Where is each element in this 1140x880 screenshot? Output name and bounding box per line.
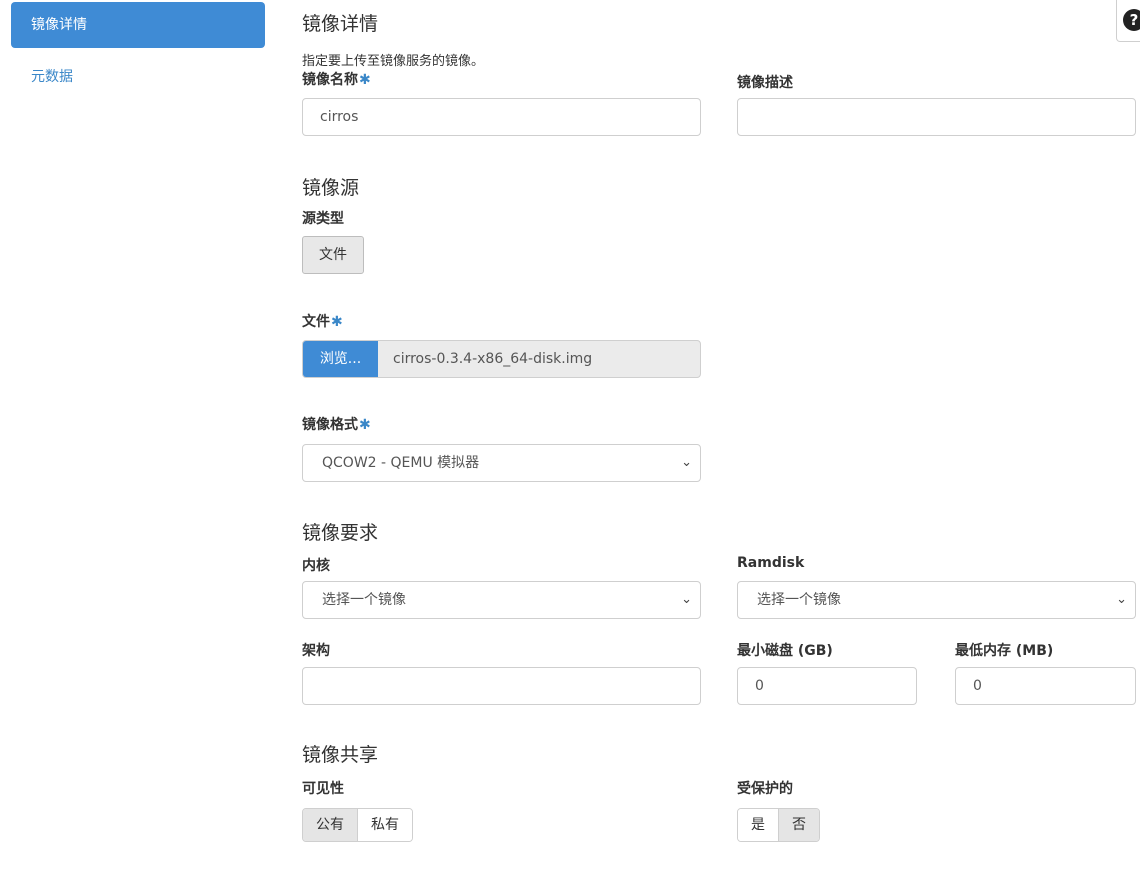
image-format-label-text: 镜像格式 (302, 417, 358, 433)
visibility-toggle: 公有 私有 (302, 808, 413, 842)
image-format-label: 镜像格式✱ (302, 414, 371, 434)
protected-toggle: 是 否 (737, 808, 820, 842)
form-description: 指定要上传至镜像服务的镜像。 (302, 54, 485, 69)
min-ram-label: 最低内存 (MB) (955, 643, 1054, 659)
visibility-public-option[interactable]: 公有 (303, 809, 357, 841)
kernel-selected: 选择一个镜像 (322, 592, 406, 608)
sidebar-item-label: 镜像详情 (31, 17, 87, 33)
image-description-label: 镜像描述 (737, 75, 793, 91)
section-title-sharing: 镜像共享 (302, 744, 379, 766)
ramdisk-label: Ramdisk (737, 555, 805, 571)
kernel-select[interactable]: 选择一个镜像 ⌄ (302, 581, 701, 619)
visibility-label: 可见性 (302, 781, 344, 797)
source-type-file-button[interactable]: 文件 (302, 236, 364, 274)
chevron-down-icon: ⌄ (681, 455, 692, 470)
section-title-requirements: 镜像要求 (302, 522, 379, 544)
ramdisk-select[interactable]: 选择一个镜像 ⌄ (737, 581, 1136, 619)
visibility-private-option[interactable]: 私有 (357, 809, 412, 841)
file-label-text: 文件 (302, 314, 330, 330)
protected-yes-option[interactable]: 是 (738, 809, 778, 841)
file-name-display: cirros-0.3.4-x86_64-disk.img (393, 351, 593, 367)
image-format-select[interactable]: QCOW2 - QEMU 模拟器 ⌄ (302, 444, 701, 482)
source-type-label: 源类型 (302, 211, 344, 227)
browse-button[interactable]: 浏览... (303, 341, 378, 377)
required-icon: ✱ (359, 72, 371, 88)
chevron-down-icon: ⌄ (1116, 592, 1127, 607)
sidebar-item-image-details[interactable]: 镜像详情 (11, 2, 265, 48)
kernel-label: 内核 (302, 558, 330, 574)
protected-no-option[interactable]: 否 (778, 809, 819, 841)
architecture-label: 架构 (302, 643, 330, 659)
required-icon: ✱ (331, 314, 343, 330)
section-title-details: 镜像详情 (302, 13, 379, 35)
sidebar-item-metadata[interactable]: 元数据 (11, 54, 265, 100)
image-name-input[interactable]: cirros (302, 98, 701, 136)
architecture-input[interactable] (302, 667, 701, 705)
image-form: 镜像详情 指定要上传至镜像服务的镜像。 镜像名称✱ cirros 镜像描述 镜像… (302, 0, 1140, 880)
min-disk-label: 最小磁盘 (GB) (737, 643, 833, 659)
image-name-label-text: 镜像名称 (302, 72, 358, 88)
sidebar: 镜像详情 元数据 (0, 0, 280, 880)
image-description-input[interactable] (737, 98, 1136, 136)
ramdisk-selected: 选择一个镜像 (757, 592, 841, 608)
min-ram-input[interactable]: 0 (955, 667, 1136, 705)
image-name-label: 镜像名称✱ (302, 69, 371, 89)
sidebar-item-label: 元数据 (31, 69, 73, 85)
image-format-selected: QCOW2 - QEMU 模拟器 (322, 455, 480, 471)
chevron-down-icon: ⌄ (681, 592, 692, 607)
section-title-source: 镜像源 (302, 177, 360, 199)
min-disk-input[interactable]: 0 (737, 667, 917, 705)
file-picker: 浏览... cirros-0.3.4-x86_64-disk.img (302, 340, 701, 378)
protected-label: 受保护的 (737, 781, 793, 797)
required-icon: ✱ (359, 417, 371, 433)
file-label: 文件✱ (302, 311, 343, 331)
